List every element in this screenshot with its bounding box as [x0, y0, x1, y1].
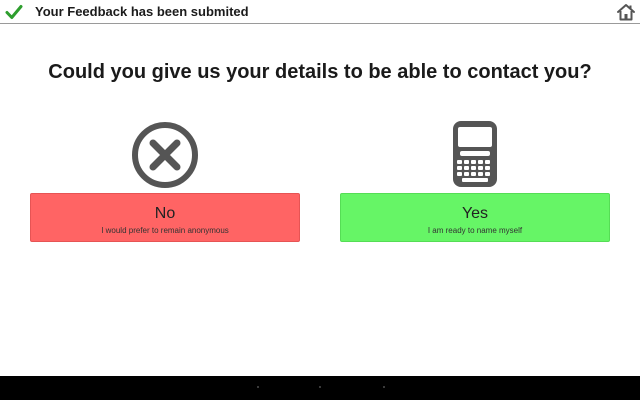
- page-question: Could you give us your details to be abl…: [48, 61, 592, 83]
- system-navigation-bar: [0, 376, 640, 400]
- x-circle-icon: [132, 122, 198, 188]
- nav-home-marker[interactable]: [319, 386, 321, 388]
- yes-button-label: Yes: [461, 205, 489, 222]
- phone-icon: [453, 121, 497, 187]
- no-button-label: No: [154, 205, 176, 222]
- yes-button-sublabel: I am ready to name myself: [427, 226, 523, 235]
- nav-recents-marker[interactable]: [383, 386, 385, 388]
- header-bar: Your Feedback has been submited: [0, 0, 640, 24]
- checkmark-icon: [5, 5, 23, 19]
- nav-back-marker[interactable]: [257, 386, 259, 388]
- no-button-sublabel: I would prefer to remain anonymous: [101, 226, 229, 235]
- header-title: Your Feedback has been submited: [35, 4, 249, 19]
- no-button[interactable]: No I would prefer to remain anonymous: [30, 193, 300, 242]
- yes-button[interactable]: Yes I am ready to name myself: [340, 193, 610, 242]
- home-icon[interactable]: [616, 2, 636, 22]
